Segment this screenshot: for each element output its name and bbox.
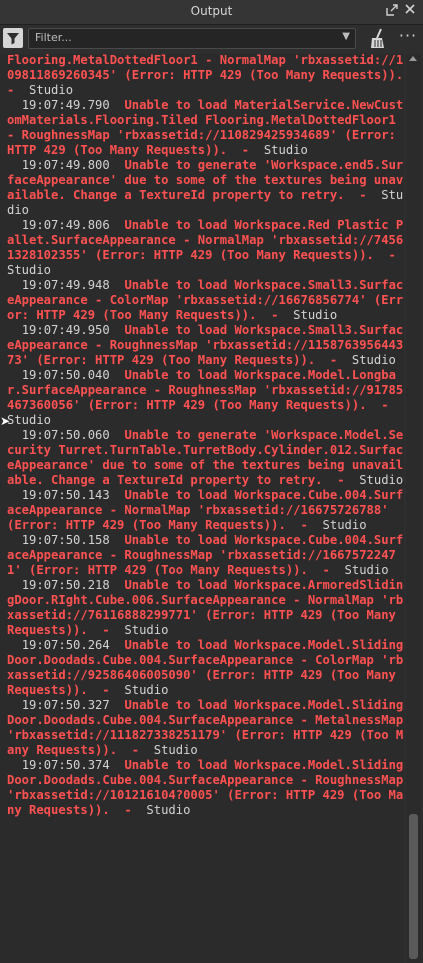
log-entry: 19:07:50.040 Unable to load Workspace.Mo…: [7, 368, 404, 427]
log-entry: 19:07:49.806 Unable to load Workspace.Re…: [7, 218, 404, 277]
log-source: Studio: [293, 308, 338, 322]
log-timestamp: 19:07:50.158: [21, 533, 110, 547]
log-message: Flooring.MetalDottedFloor1 - NormalMap '…: [7, 54, 404, 82]
scrollbar-thumb[interactable]: [409, 814, 418, 959]
log-entry: 19:07:50.143 Unable to load Workspace.Cu…: [7, 488, 404, 532]
log-timestamp: 19:07:50.327: [21, 698, 110, 712]
log-source: Studio: [124, 683, 169, 697]
log-entry: 19:07:50.218 Unable to load Workspace.Ar…: [7, 578, 404, 637]
log-source: Studio: [344, 563, 389, 577]
window-title: Output: [190, 4, 233, 18]
scroll-up-arrow-icon[interactable]: [409, 56, 417, 61]
log-entry: 19:07:50.374 Unable to load Workspace.Mo…: [7, 758, 404, 818]
log-timestamp: 19:07:50.060: [21, 428, 110, 442]
more-options-button[interactable]: ···: [398, 27, 418, 47]
log-source: Studio: [322, 518, 367, 532]
funnel-icon: [7, 33, 19, 45]
log-entry: 19:07:50.158 Unable to load Workspace.Cu…: [7, 533, 404, 577]
vertical-scrollbar[interactable]: [406, 54, 421, 963]
log-source: Studio: [7, 263, 52, 277]
log-timestamp: 19:07:50.040: [21, 368, 110, 382]
log-entry: 19:07:49.800 Unable to generate 'Workspa…: [7, 158, 404, 217]
log-source: Studio: [351, 353, 396, 367]
log-timestamp: 19:07:50.218: [21, 578, 110, 592]
log-source: Studio: [359, 473, 404, 487]
filter-placeholder: Filter...: [35, 31, 72, 44]
output-toolbar: Filter... ▼: [0, 25, 423, 52]
log-timestamp: 19:07:50.143: [21, 488, 110, 502]
log-entry: 19:07:49.790 Unable to load MaterialServ…: [7, 98, 404, 157]
log-timestamp: 19:07:49.950: [21, 323, 110, 337]
log-entry: Flooring.MetalDottedFloor1 - NormalMap '…: [7, 54, 404, 97]
filter-dropdown[interactable]: Filter... ▼: [28, 28, 356, 49]
log-entries: Flooring.MetalDottedFloor1 - NormalMap '…: [7, 54, 404, 818]
log-entry: 19:07:49.948 Unable to load Workspace.Sm…: [7, 278, 404, 322]
log-entry: 19:07:50.327 Unable to load Workspace.Mo…: [7, 698, 404, 758]
output-log[interactable]: Flooring.MetalDottedFloor1 - NormalMap '…: [0, 54, 404, 963]
log-source: Studio: [153, 743, 198, 757]
log-timestamp: 19:07:50.374: [21, 758, 110, 772]
filter-toggle-button[interactable]: [3, 28, 23, 48]
mouse-cursor-icon: ➤: [0, 414, 11, 428]
log-timestamp: 19:07:49.800: [21, 158, 110, 172]
log-entry: 19:07:50.060 Unable to generate 'Workspa…: [7, 428, 404, 487]
log-entry: 19:07:50.264 Unable to load Workspace.Mo…: [7, 638, 404, 697]
log-source: Studio: [29, 83, 74, 97]
log-timestamp: 19:07:49.790: [21, 98, 110, 112]
log-source: Studio: [263, 143, 308, 157]
log-timestamp: 19:07:49.948: [21, 278, 110, 292]
chevron-down-icon: ▼: [342, 31, 350, 42]
log-entry: 19:07:49.950 Unable to load Workspace.Sm…: [7, 323, 404, 367]
undock-icon[interactable]: [384, 3, 400, 19]
log-timestamp: 19:07:50.264: [21, 638, 110, 652]
output-title-bar: Output: [0, 0, 423, 25]
log-source: Studio: [124, 623, 169, 637]
close-icon[interactable]: [402, 3, 418, 19]
clear-output-broom-icon[interactable]: [366, 28, 390, 50]
log-source: Studio: [146, 803, 191, 817]
log-timestamp: 19:07:49.806: [21, 218, 110, 232]
log-source: Studio: [7, 413, 52, 427]
